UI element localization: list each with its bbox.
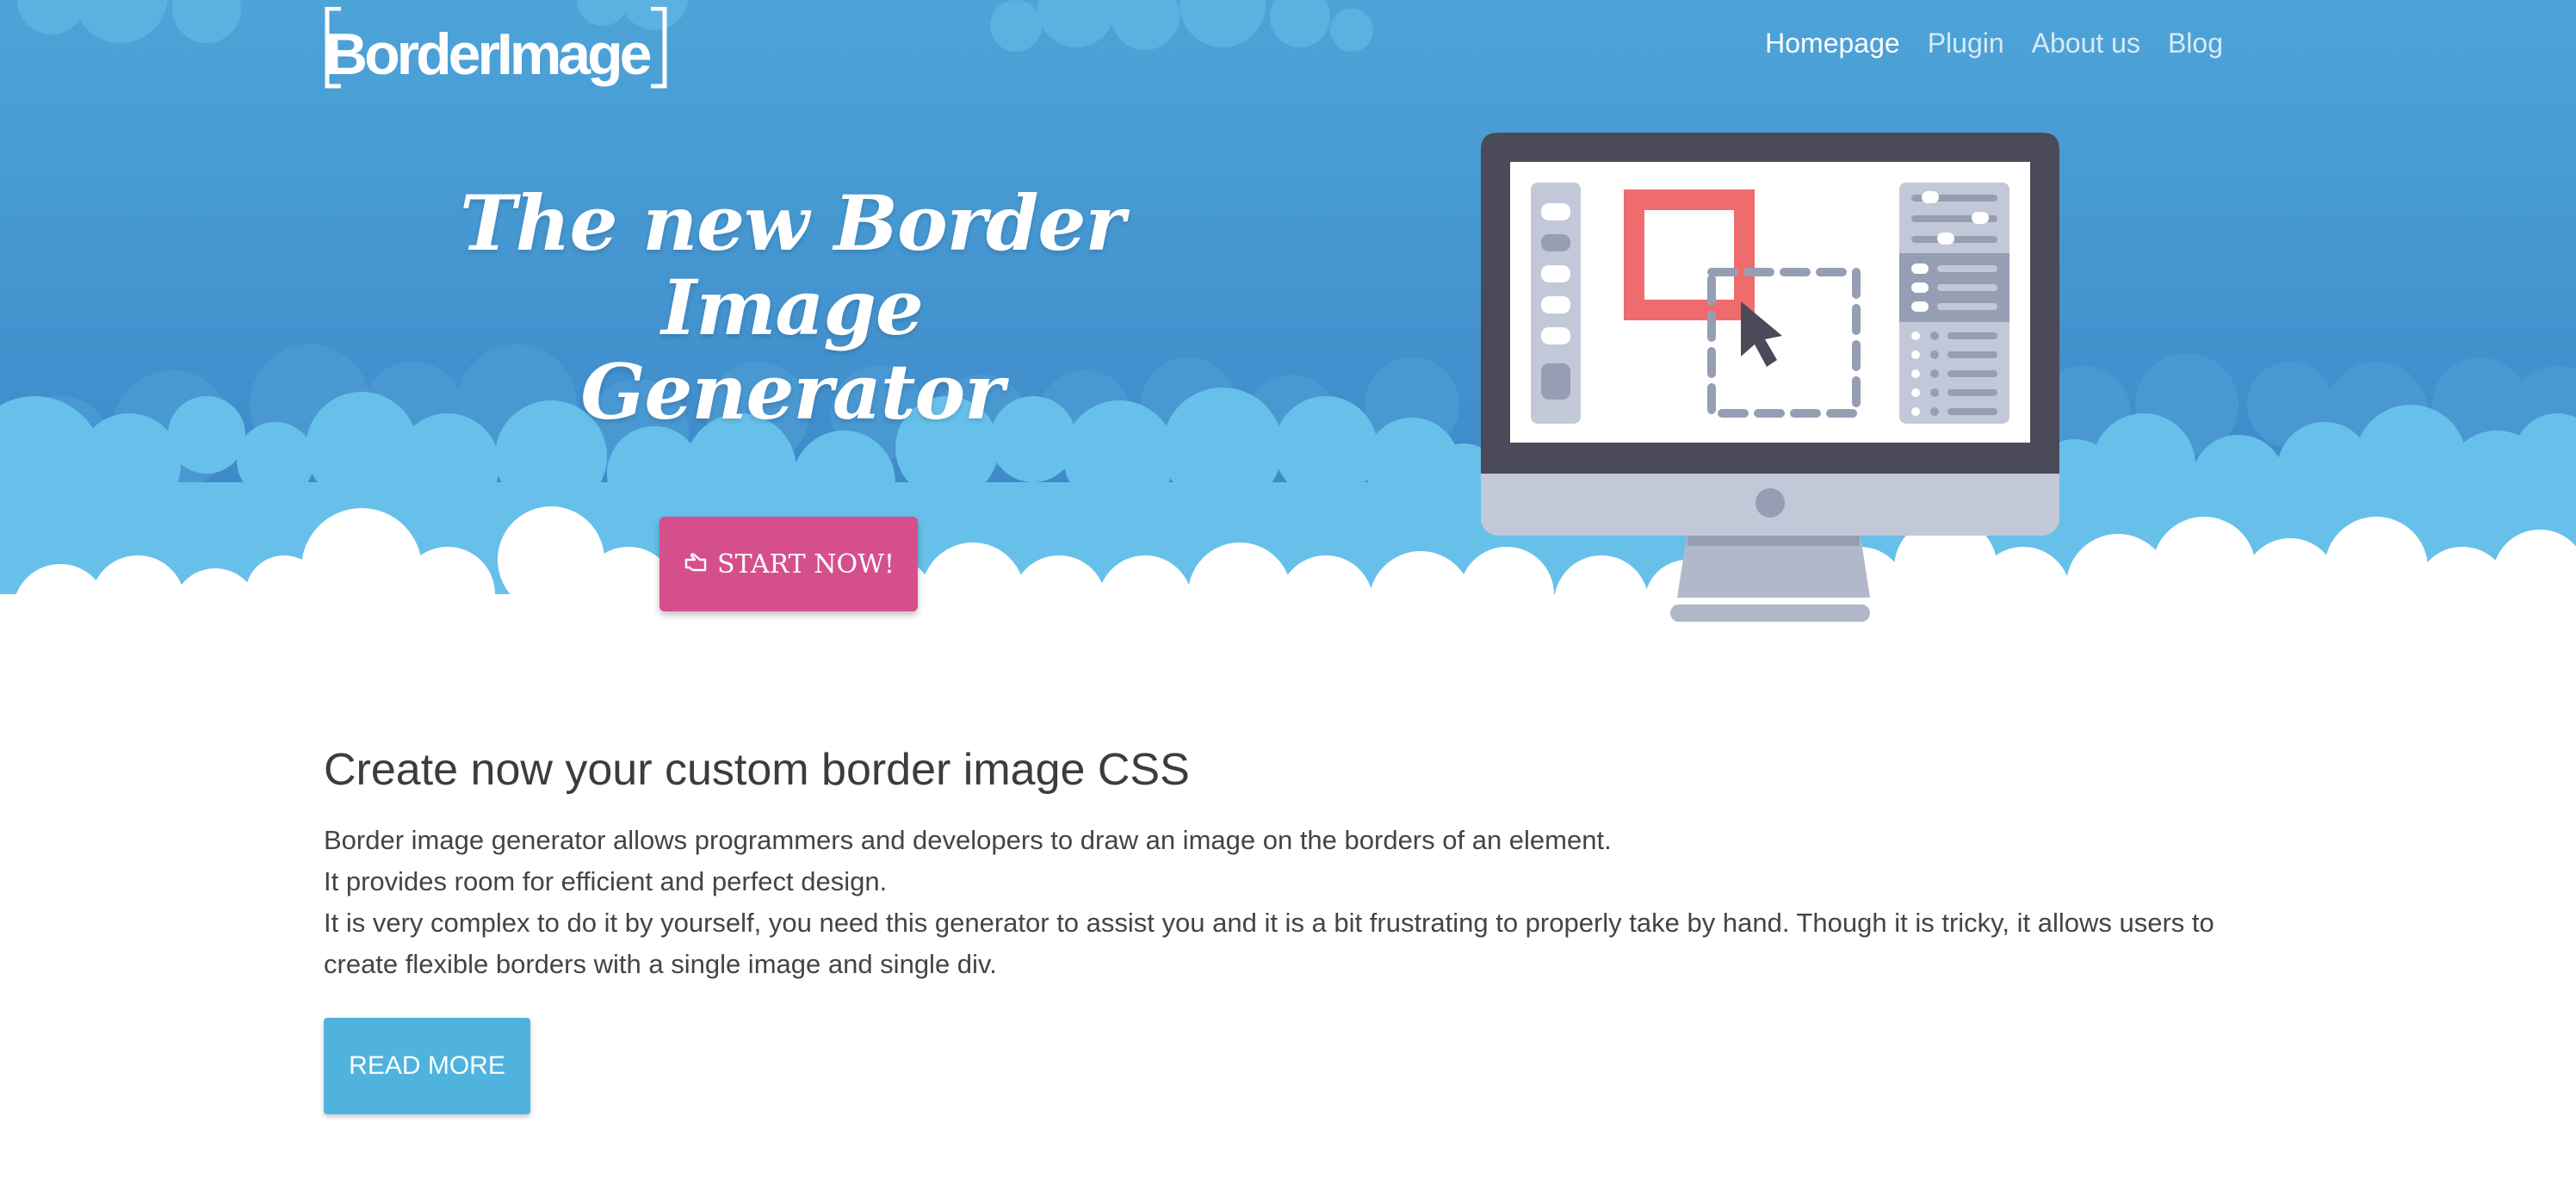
nav-blog[interactable]: Blog — [2168, 28, 2223, 59]
nav-plugin[interactable]: Plugin — [1928, 28, 2004, 59]
page: BorderImage Homepage Plugin About us Blo… — [0, 0, 2576, 1178]
logo-text: BorderImage — [325, 22, 651, 87]
nav-homepage[interactable]: Homepage — [1765, 28, 1900, 59]
intro-section: Create now your custom border image CSS … — [324, 739, 2252, 985]
hero-title: The new Border Image Generator — [370, 181, 1214, 434]
hero-title-line-2: Generator — [580, 347, 1004, 437]
hand-point-icon — [684, 553, 707, 572]
section-heading: Create now your custom border image CSS — [324, 745, 1190, 795]
read-more-button[interactable]: READ MORE — [324, 1018, 530, 1114]
description-paragraph: Border image generator allows programmer… — [324, 825, 1612, 855]
logo[interactable]: BorderImage — [324, 7, 668, 90]
description: Border image generator allows programmer… — [324, 820, 2252, 985]
hero-section: BorderImage Homepage Plugin About us Blo… — [0, 0, 2576, 637]
main-nav: Homepage Plugin About us Blog — [1765, 28, 2223, 59]
nav-about-us[interactable]: About us — [2032, 28, 2140, 59]
start-now-label: START NOW! — [717, 549, 895, 580]
start-now-button[interactable]: START NOW! — [659, 517, 918, 611]
description-paragraph: It provides room for efficient and perfe… — [324, 866, 888, 896]
monitor-illustration — [1481, 133, 2059, 622]
hero-title-line-1: The new Border Image — [460, 178, 1125, 352]
description-paragraph: It is very complex to do it by yourself,… — [324, 908, 2214, 979]
